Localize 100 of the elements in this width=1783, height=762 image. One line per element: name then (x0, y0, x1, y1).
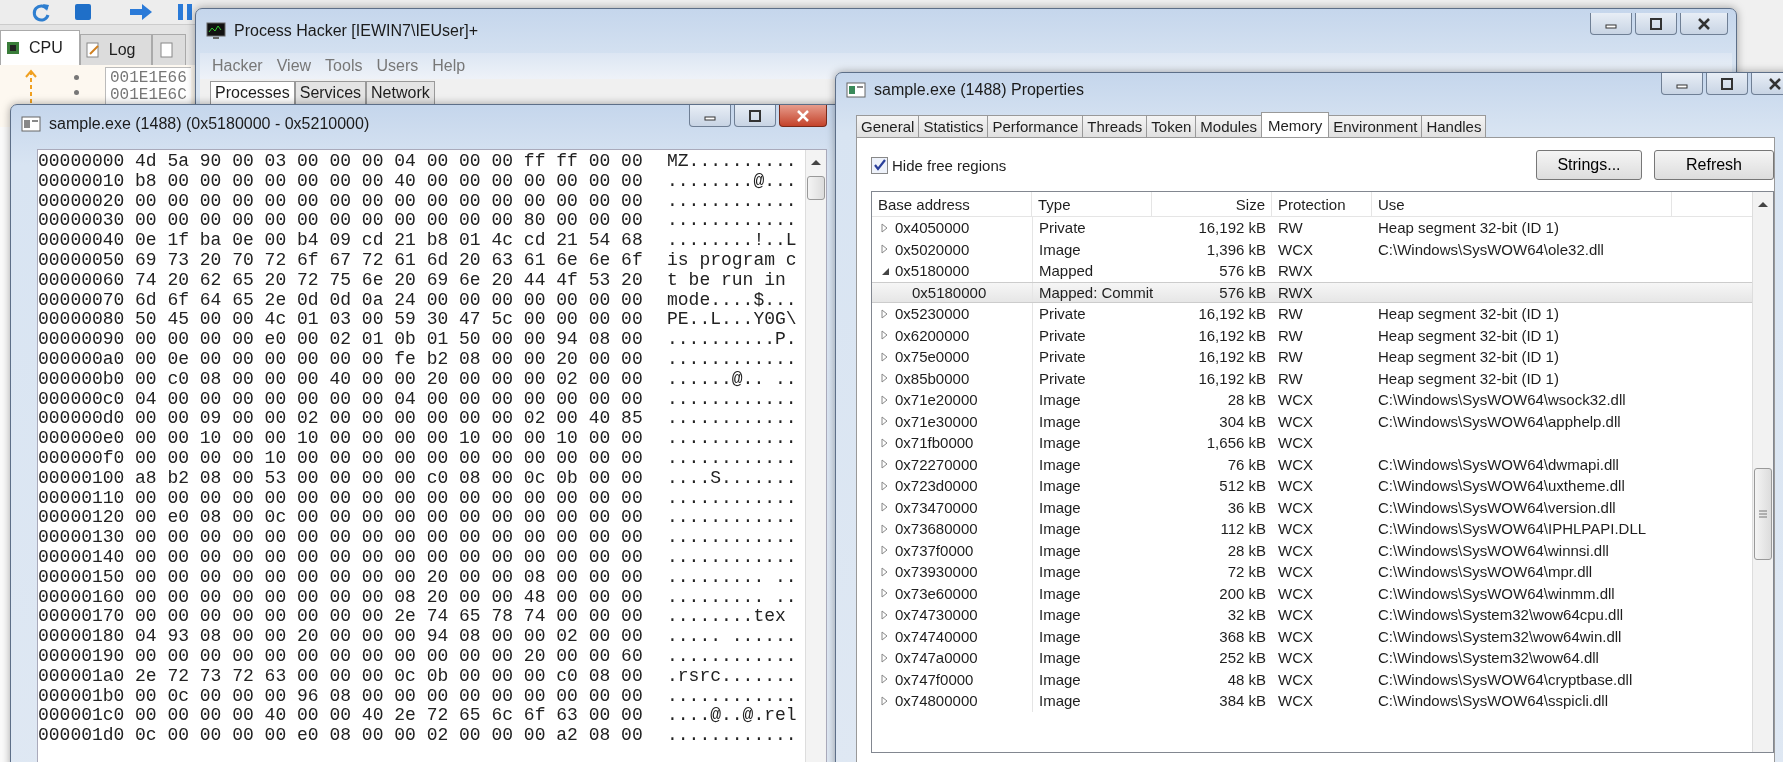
expand-arrow-icon[interactable] (880, 308, 890, 319)
expand-arrow-icon[interactable] (880, 330, 890, 341)
table-row[interactable]: 0x737f0000 Image 28 kB WCX C:\Windows\SysWOW64\winnsi.dll (872, 539, 1752, 561)
expand-arrow-icon[interactable] (880, 652, 890, 663)
table-row[interactable]: 0x72270000 Image 76 kB WCX C:\Windows\SysWOW64\dwmapi.dll (872, 453, 1752, 475)
close-button[interactable] (1680, 13, 1728, 35)
tab[interactable]: Processes (210, 81, 295, 104)
hex-bytes: 00 0c 00 00 00 96 08 00 00 00 00 00 00 00 00 00 (135, 686, 644, 707)
expand-arrow-icon[interactable] (880, 566, 890, 577)
table-row[interactable]: 0x723d0000 Image 512 kB WCX C:\Windows\SysWOW64\uxtheme.dll (872, 475, 1752, 497)
expand-arrow-icon[interactable] (880, 674, 890, 685)
table-row[interactable]: 0x73e60000 Image 200 kB WCX C:\Windows\SysWOW64\winmm.dll (872, 582, 1752, 604)
expand-arrow-icon[interactable] (880, 437, 890, 448)
expand-arrow-icon[interactable] (880, 588, 890, 599)
expand-arrow-icon[interactable] (880, 523, 890, 534)
expand-arrow-icon[interactable] (880, 502, 890, 513)
column-header[interactable]: Use (1372, 192, 1672, 216)
table-cell: C:\Windows\SysWOW64\wsock32.dll (1378, 391, 1626, 409)
table-row[interactable]: 0x6200000 Private 16,192 kB RW Heap segment 32-bit (ID 1) (872, 324, 1752, 346)
push-button[interactable]: Refresh (1654, 150, 1774, 180)
stop-icon[interactable] (72, 1, 94, 23)
column-header[interactable]: Size (1152, 192, 1272, 216)
hex-offset: 000000a0 (38, 349, 126, 370)
table-cell: WCX (1278, 520, 1313, 538)
tab[interactable]: Handles (1421, 115, 1487, 137)
expand-arrow-icon[interactable] (880, 351, 890, 362)
expand-arrow-icon[interactable] (880, 416, 890, 427)
menu-item[interactable]: Users (376, 57, 419, 75)
scrollbar[interactable] (805, 150, 826, 762)
expand-arrow-icon[interactable] (880, 631, 890, 642)
table-row[interactable]: 0x4050000 Private 16,192 kB RW Heap segment 32-bit (ID 1) (872, 217, 1752, 239)
expand-arrow-icon[interactable] (880, 394, 890, 405)
table-row[interactable]: 0x71e30000 Image 304 kB WCX C:\Windows\SysWOW64\apphelp.dll (872, 410, 1752, 432)
table-cell: 16,192 kB (1198, 348, 1266, 366)
table-row[interactable]: 0x5180000 Mapped 576 kB RWX (872, 260, 1752, 282)
selected-row[interactable]: 0x5180000 Mapped: Commit 576 kB RWX (872, 281, 1752, 303)
maximize-button[interactable] (734, 105, 776, 127)
table-row[interactable]: 0x74740000 Image 368 kB WCX C:\Windows\System32\wow64win.dll (872, 625, 1752, 647)
tab[interactable]: Performance (987, 115, 1084, 137)
tab[interactable]: Log (79, 34, 153, 65)
tab[interactable]: Environment (1328, 115, 1423, 137)
hex-bytes: 00 00 00 00 00 00 00 00 00 00 00 00 00 00 00 00 (135, 547, 644, 568)
scrollbar[interactable] (1752, 192, 1773, 752)
table-row[interactable]: 0x74730000 Image 32 kB WCX C:\Windows\System32\wow64cpu.dll (872, 604, 1752, 626)
scroll-thumb[interactable] (1754, 468, 1772, 560)
tab[interactable]: CPU (0, 30, 80, 65)
tab[interactable]: Modules (1195, 115, 1263, 137)
tab[interactable]: Statistics (918, 115, 989, 137)
close-button[interactable] (779, 105, 827, 127)
table-row[interactable]: 0x73930000 Image 72 kB WCX C:\Windows\SysWOW64\mpr.dll (872, 561, 1752, 583)
expand-arrow-icon[interactable] (880, 545, 890, 556)
table-row[interactable]: 0x71e20000 Image 28 kB WCX C:\Windows\SysWOW64\wsock32.dll (872, 389, 1752, 411)
column-header[interactable]: Base address (872, 192, 1032, 216)
tab[interactable]: Network (366, 81, 435, 104)
table-row[interactable]: 0x75e0000 Private 16,192 kB RW Heap segment 32-bit (ID 1) (872, 346, 1752, 368)
expand-arrow-icon[interactable] (880, 244, 890, 255)
table-row[interactable]: 0x73470000 Image 36 kB WCX C:\Windows\SysWOW64\version.dll (872, 496, 1752, 518)
table-row[interactable]: 0x74800000 Image 384 kB WCX C:\Windows\SysWOW64\sspicli.dll (872, 690, 1752, 712)
table-row[interactable]: 0x85b0000 Private 16,192 kB RW Heap segment 32-bit (ID 1) (872, 367, 1752, 389)
arrow-right-icon[interactable] (128, 1, 154, 23)
table-row[interactable]: 0x5020000 Image 1,396 kB WCX C:\Windows\SysWOW64\ole32.dll (872, 238, 1752, 260)
refresh-icon[interactable] (30, 1, 52, 23)
column-header[interactable]: Type (1032, 192, 1152, 216)
expand-arrow-icon[interactable] (880, 609, 890, 620)
table-cell: 0x85b0000 (895, 369, 970, 387)
checkbox[interactable] (871, 156, 888, 174)
tab[interactable] (152, 34, 187, 65)
table-row[interactable]: 0x71fb0000 Image 1,656 kB WCX (872, 432, 1752, 454)
hex-bytes: 0c 00 00 00 00 e0 08 00 00 02 00 00 00 a2 08 00 (135, 726, 644, 746)
menu-item[interactable]: View (276, 57, 312, 75)
tab[interactable]: Threads (1082, 115, 1148, 137)
table-cell: Image (1039, 584, 1081, 602)
table-row[interactable]: 0x747f0000 Image 48 kB WCX C:\Windows\SysWOW64\cryptbase.dll (872, 668, 1752, 690)
menu-item[interactable]: Hacker (212, 57, 263, 75)
hex-ascii: ............ (667, 389, 797, 410)
expand-arrow-icon[interactable] (880, 222, 890, 233)
column-header[interactable]: Protection (1272, 192, 1372, 216)
menu-item[interactable]: Tools (325, 57, 363, 75)
tab[interactable]: Token (1146, 115, 1197, 137)
table-row[interactable]: 0x73680000 Image 112 kB WCX C:\Windows\SysWOW64\IPHLPAPI.DLL (872, 518, 1752, 540)
table-cell: C:\Windows\SysWOW64\mpr.dll (1378, 563, 1593, 581)
maximize-button[interactable] (1706, 73, 1748, 95)
push-button[interactable]: Strings... (1536, 150, 1642, 180)
tab[interactable]: Services (294, 81, 367, 104)
expand-arrow-icon[interactable] (880, 373, 890, 384)
tab[interactable]: Memory (1261, 112, 1330, 137)
tab[interactable]: General (856, 115, 920, 137)
maximize-button[interactable] (1635, 13, 1677, 35)
expand-arrow-icon[interactable] (880, 459, 890, 470)
scroll-thumb[interactable] (807, 176, 825, 200)
expand-arrow-icon[interactable] (880, 480, 890, 491)
table-cell: 368 kB (1219, 627, 1266, 645)
table-cell: Private (1039, 326, 1086, 344)
table-row[interactable]: 0x747a0000 Image 252 kB WCX C:\Windows\System32\wow64.dll (872, 647, 1752, 669)
address-text: 001E1E6C (110, 87, 187, 104)
table-cell: 512 kB (1219, 477, 1266, 495)
expand-arrow-icon[interactable] (880, 695, 890, 706)
table-row[interactable]: 0x5230000 Private 16,192 kB RW Heap segment 32-bit (ID 1) (872, 303, 1752, 325)
table-cell: 0x747f0000 (895, 670, 974, 688)
menu-item[interactable]: Help (432, 57, 466, 75)
